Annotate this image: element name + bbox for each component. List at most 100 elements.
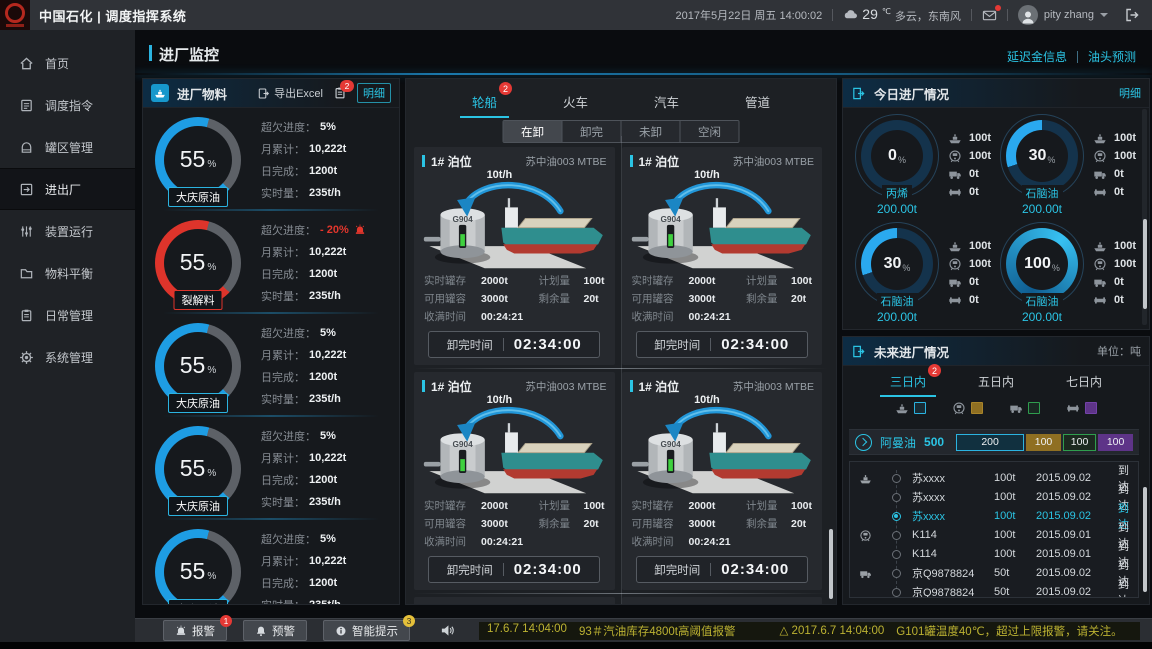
alarm-button[interactable]: 报警 1 bbox=[163, 620, 227, 641]
stat-row: 日完成：1200t bbox=[261, 575, 389, 591]
sidebar-item-system-management[interactable]: 系统管理 bbox=[0, 336, 135, 378]
expand-icon[interactable] bbox=[855, 434, 872, 451]
material-gauge-block: 55 % 大庆原油 超欠进度：5% 月累计：10,222t 日完成：1200t … bbox=[143, 108, 399, 211]
arrival-row[interactable]: 苏xxxx 100t 2015.09.02 到达 bbox=[850, 481, 1138, 500]
arrival-row[interactable]: 苏xxxx 100t 2015.09.02 到达 bbox=[850, 462, 1138, 481]
unload-time-label: 卸完时间 bbox=[447, 337, 493, 353]
stat-row: 收满时间00:24:21 bbox=[424, 534, 523, 549]
stat-row: 0t bbox=[1093, 185, 1136, 199]
scrollbar-thumb[interactable] bbox=[829, 529, 833, 599]
sidebar-item-label: 罐区管理 bbox=[45, 139, 93, 156]
gauge: 0 % 丙烯 200.00t bbox=[853, 114, 941, 216]
sidebar-item-in-out-factory[interactable]: 进出厂 bbox=[0, 168, 135, 210]
tab-label: 三日内 bbox=[890, 375, 926, 389]
alarm-label: 报警 bbox=[192, 623, 215, 639]
stat-row: 超欠进度：5% bbox=[261, 119, 389, 135]
ship-icon bbox=[948, 239, 962, 253]
scrollbar-thumb[interactable] bbox=[1143, 219, 1147, 309]
tank-id: G904 bbox=[452, 439, 473, 449]
tab-pipeline[interactable]: 管道 bbox=[743, 89, 772, 114]
arrival-row-selected[interactable]: 苏xxxx 100t 2015.09.02 到达 bbox=[850, 500, 1138, 519]
arrival-date: 2015.09.02 bbox=[1036, 586, 1118, 598]
subtab-unloaded[interactable]: 卸完 bbox=[562, 121, 621, 142]
arrival-row[interactable]: 京Q9878824 50t 2015.09.02 到达 bbox=[850, 557, 1138, 576]
berth-monitor-panel: 轮船 2 火车 汽车 管道 在卸 卸完 未卸 空闲 1# 泊位 bbox=[405, 78, 837, 605]
vessel-name: 苏中油003 MTBE bbox=[525, 604, 606, 605]
messages-button[interactable] bbox=[982, 8, 997, 23]
user-menu[interactable]: pity zhang bbox=[1018, 5, 1108, 25]
delay-fee-link[interactable]: 延迟金信息 bbox=[1007, 48, 1067, 65]
document-icon bbox=[19, 98, 34, 113]
stat-label: 日完成： bbox=[261, 266, 305, 282]
tab-5-days[interactable]: 五日内 bbox=[976, 371, 1016, 392]
materials-detail-link[interactable]: 明细 bbox=[357, 83, 391, 103]
stat-row: 月累计：10,222t bbox=[261, 141, 389, 157]
sidebar-item-material-balance[interactable]: 物料平衡 bbox=[0, 252, 135, 294]
carrier-id: 京Q9878824 bbox=[912, 584, 994, 598]
pipeline-icon bbox=[1093, 185, 1107, 199]
stat-value: 3000t bbox=[481, 518, 508, 530]
legend-swatch-green bbox=[1028, 402, 1040, 414]
tab-truck[interactable]: 汽车 bbox=[652, 89, 681, 114]
smart-tips-button[interactable]: 智能提示 3 bbox=[323, 620, 410, 641]
stat-row: 剩余量20t bbox=[746, 291, 812, 306]
unload-time-value: 02:34:00 bbox=[721, 336, 789, 353]
arrival-row[interactable]: K114 100t 2015.09.01 到达 bbox=[850, 538, 1138, 557]
divider bbox=[1007, 9, 1008, 21]
notes-button[interactable]: 2 bbox=[333, 86, 347, 100]
sidebar-item-daily-management[interactable]: 日常管理 bbox=[0, 294, 135, 336]
tab-3-days[interactable]: 三日内 2 bbox=[888, 371, 928, 392]
arrival-row[interactable]: K114 100t 2015.09.01 到达 bbox=[850, 519, 1138, 538]
material-donut-center: 55 % bbox=[164, 332, 232, 400]
gauge-percent: 30 bbox=[1029, 147, 1047, 165]
row-radio[interactable] bbox=[892, 588, 901, 597]
tank-id: G904 bbox=[660, 214, 681, 224]
tab-train[interactable]: 火车 bbox=[561, 89, 590, 114]
divider bbox=[971, 9, 972, 21]
speaker-icon[interactable] bbox=[440, 623, 455, 638]
tank-stats: 实时罐存2000t 可用罐容3000t 收满时间00:24:21 bbox=[424, 273, 523, 324]
export-excel-button[interactable]: 导出Excel bbox=[257, 85, 323, 101]
subtab-unloading[interactable]: 在卸 bbox=[504, 121, 562, 142]
ticker-item: △ 2017.6.7 14:04:00 G101罐温度40℃，超过上限报警，请关… bbox=[780, 623, 1123, 639]
today-detail-link[interactable]: 明细 bbox=[1119, 85, 1141, 101]
unload-time-box: 卸完时间 02:34:00 bbox=[428, 556, 600, 583]
unload-rate: 10t/h bbox=[487, 394, 513, 406]
material-stats: 超欠进度：5% 月累计：10,222t 日完成：1200t 实时量：235t/h bbox=[261, 119, 389, 201]
berth-name: 1# 泊位 bbox=[431, 153, 472, 170]
divider bbox=[832, 9, 833, 21]
train-icon bbox=[952, 401, 966, 415]
stat-row: 日完成：1200t bbox=[261, 266, 389, 282]
stat-value: - 20% bbox=[320, 224, 349, 236]
berth-card-header: 1# 泊位 苏中油003 MTBE bbox=[630, 601, 815, 604]
ship-icon bbox=[895, 401, 909, 415]
sidebar-item-unit-operation[interactable]: 装置运行 bbox=[0, 210, 135, 252]
stat-row: 日完成：1200t bbox=[261, 163, 389, 179]
ticker-time: △ 2017.6.7 14:04:00 bbox=[780, 623, 885, 639]
transport-legend bbox=[843, 401, 1149, 415]
stat-value: 100t bbox=[1114, 240, 1136, 252]
stat-value: 0t bbox=[1114, 276, 1124, 288]
tank-icon bbox=[19, 140, 34, 155]
berth-scene: G904 bbox=[630, 396, 815, 502]
berth-card: 1# 泊位 苏中油003 MTBE bbox=[414, 597, 615, 604]
stat-value: 10,222t bbox=[309, 452, 346, 464]
logout-button[interactable] bbox=[1124, 7, 1140, 23]
material-name-tag: 大庆原油 bbox=[168, 496, 228, 516]
subtab-not-unloaded[interactable]: 未卸 bbox=[621, 121, 680, 142]
tab-ship[interactable]: 轮船 2 bbox=[470, 89, 499, 114]
sidebar-item-dispatch-orders[interactable]: 调度指令 bbox=[0, 84, 135, 126]
subtab-idle[interactable]: 空闲 bbox=[680, 121, 739, 142]
warning-button[interactable]: 预警 bbox=[243, 620, 307, 641]
stat-label: 超欠进度： bbox=[261, 325, 316, 341]
stat-row: 100t bbox=[1093, 149, 1136, 163]
ship-icon bbox=[151, 84, 169, 102]
oil-head-forecast-link[interactable]: 油头预测 bbox=[1088, 48, 1136, 65]
app-title: 中国石化 | 调度指挥系统 bbox=[39, 6, 186, 25]
arrival-row[interactable]: 京Q9878824 50t 2015.09.02 到达 bbox=[850, 576, 1138, 595]
sidebar-item-tank-management[interactable]: 罐区管理 bbox=[0, 126, 135, 168]
scrollbar-thumb[interactable] bbox=[1143, 487, 1147, 592]
sidebar-item-home[interactable]: 首页 bbox=[0, 42, 135, 84]
tab-7-days[interactable]: 七日内 bbox=[1064, 371, 1104, 392]
gauge-ring: 30 % bbox=[861, 228, 933, 300]
